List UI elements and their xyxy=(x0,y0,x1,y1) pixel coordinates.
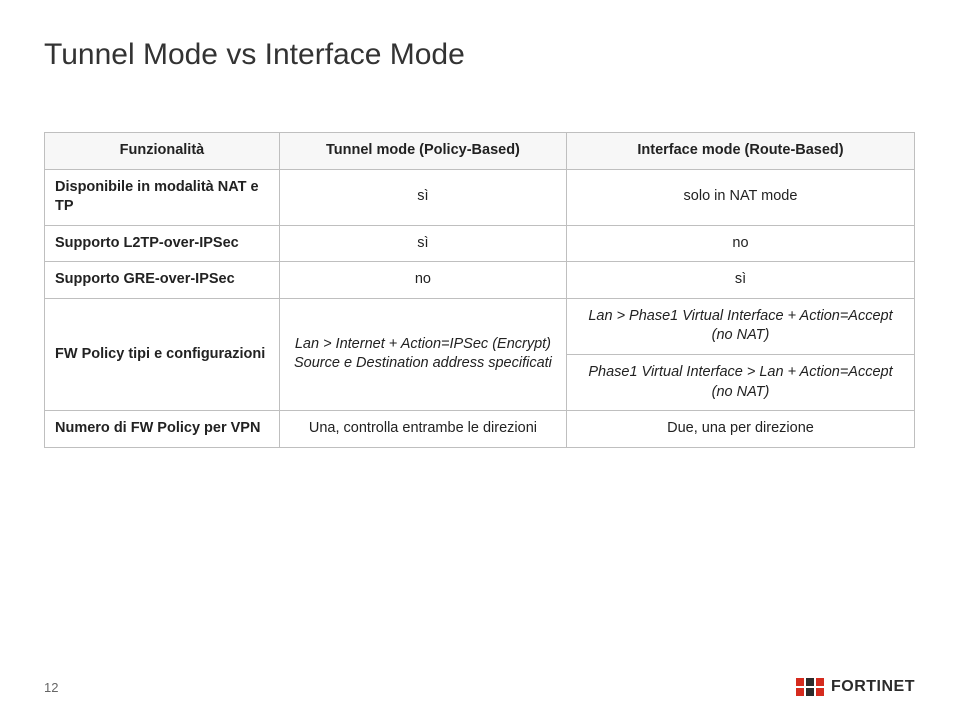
table-row: Disponibile in modalità NAT e TP sì solo… xyxy=(45,169,915,225)
cell: sì xyxy=(279,169,566,225)
cell: Una, controlla entrambe le direzioni xyxy=(279,411,566,448)
cell: Phase1 Virtual Interface > Lan + Action=… xyxy=(566,354,914,410)
row-label: Supporto L2TP-over-IPSec xyxy=(45,225,280,262)
row-label: FW Policy tipi e configurazioni xyxy=(45,298,280,410)
cell: sì xyxy=(566,262,914,299)
fortinet-logo: FORTINET xyxy=(796,678,915,696)
cell: no xyxy=(566,225,914,262)
cell: Lan > Internet + Action=IPSec (Encrypt) … xyxy=(279,298,566,410)
col-header-feature: Funzionalità xyxy=(45,133,280,170)
row-label: Disponibile in modalità NAT e TP xyxy=(45,169,280,225)
table-row: Supporto L2TP-over-IPSec sì no xyxy=(45,225,915,262)
cell: sì xyxy=(279,225,566,262)
slide: Tunnel Mode vs Interface Mode Funzionali… xyxy=(0,0,959,718)
cell: Lan > Phase1 Virtual Interface + Action=… xyxy=(566,298,914,354)
cell: solo in NAT mode xyxy=(566,169,914,225)
col-header-interface: Interface mode (Route-Based) xyxy=(566,133,914,170)
page-number: 12 xyxy=(44,680,58,695)
slide-title: Tunnel Mode vs Interface Mode xyxy=(44,38,915,72)
comparison-table: Funzionalità Tunnel mode (Policy-Based) … xyxy=(44,132,915,448)
table-header-row: Funzionalità Tunnel mode (Policy-Based) … xyxy=(45,133,915,170)
cell: Due, una per direzione xyxy=(566,411,914,448)
table-row: Numero di FW Policy per VPN Una, control… xyxy=(45,411,915,448)
logo-text: FORTINET xyxy=(831,678,915,696)
row-label: Numero di FW Policy per VPN xyxy=(45,411,280,448)
table-row: FW Policy tipi e configurazioni Lan > In… xyxy=(45,298,915,354)
cell: no xyxy=(279,262,566,299)
logo-mark-icon xyxy=(796,678,824,696)
row-label: Supporto GRE-over-IPSec xyxy=(45,262,280,299)
table-row: Supporto GRE-over-IPSec no sì xyxy=(45,262,915,299)
footer: 12 FORTINET xyxy=(44,678,915,696)
col-header-tunnel: Tunnel mode (Policy-Based) xyxy=(279,133,566,170)
